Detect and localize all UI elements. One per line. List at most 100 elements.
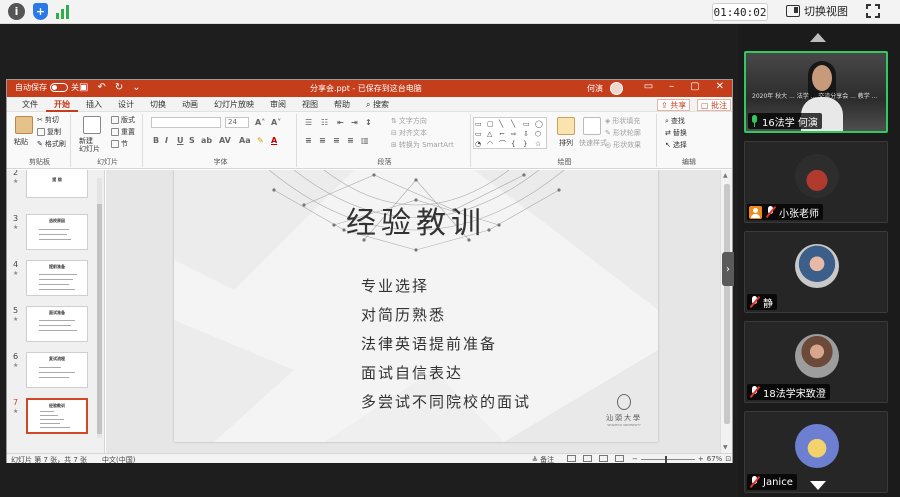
quick-styles-button[interactable]: 快速样式 [579,138,607,148]
slide-thumbnail[interactable]: 面试准备 [26,306,88,342]
scroll-up-arrow-icon[interactable] [810,33,826,42]
notes-button[interactable]: ≜ 备注 [532,455,554,465]
tab-transitions[interactable]: 切换 [142,97,174,112]
grow-font-icon[interactable]: A˄ [255,118,265,127]
fullscreen-icon[interactable] [866,4,880,18]
strikethrough-icon[interactable]: ab [201,136,212,145]
increase-indent-icon[interactable]: ⇥ [351,118,358,127]
normal-view-icon[interactable] [567,455,576,462]
customize-qat-icon[interactable]: ⌄ [132,82,140,93]
redo-icon[interactable]: ↻ [115,82,123,93]
slide-thumbnail[interactable]: 提前准备 [26,260,88,296]
thumbnails-scrollbar[interactable] [97,178,102,438]
shape-fill-button[interactable]: ◈ 形状填充 [605,116,640,126]
tab-insert[interactable]: 插入 [78,97,110,112]
zoom-slider-knob[interactable] [664,455,667,463]
cut-button[interactable]: ✂ 剪切 [37,115,59,125]
zoom-in-icon[interactable]: + [698,455,704,463]
text-direction-button[interactable]: ⇅ 文字方向 [391,116,427,126]
tab-animations[interactable]: 动画 [174,97,206,112]
ribbon-display-icon[interactable]: ▭ [644,81,653,92]
language-indicator[interactable]: 中文(中国) [102,455,135,465]
current-slide[interactable]: 经验教训 专业选择 对简历熟悉 法律英语提前准备 面试自信表达 多尝试不同院校的… [174,170,658,442]
align-left-icon[interactable]: ≡ [305,136,312,145]
arrange-button[interactable]: 排列 [559,138,573,148]
maximize-icon[interactable]: ▢ [690,81,699,92]
font-color-icon[interactable]: A [271,136,277,145]
numbering-icon[interactable]: ☷ [321,118,328,127]
reading-view-icon[interactable] [599,455,608,462]
scrollbar-thumb[interactable] [724,184,730,424]
smartart-button[interactable]: ⊞ 转换为 SmartArt [391,140,454,150]
scrollbar-thumb[interactable] [97,204,102,434]
highlight-icon[interactable]: ✎ [257,136,264,145]
slide-thumbnail[interactable]: 提 纲 [26,170,88,198]
autosave-toggle[interactable]: 自动保存 关 [15,82,79,93]
slide-thumbnail-selected[interactable]: 经验教训 [26,398,88,434]
slide-bullet-list[interactable]: 专业选择 对简历熟悉 法律英语提前准备 面试自信表达 多尝试不同院校的面试 [361,272,531,417]
scroll-down-arrow-icon[interactable] [810,481,826,490]
switch-view-button[interactable]: 切换视图 [786,3,848,19]
security-shield-icon[interactable]: + [33,3,48,20]
network-signal-icon[interactable] [56,3,69,19]
align-right-icon[interactable]: ≡ [333,136,340,145]
scroll-down-icon[interactable]: ▼ [723,444,728,451]
tab-slideshow[interactable]: 幻灯片放映 [206,97,262,112]
share-button[interactable]: ⇪ 共享 [657,99,691,111]
align-center-icon[interactable]: ≡ [319,136,326,145]
new-slide-button[interactable]: 新建 幻灯片 [79,137,100,153]
slide-thumbnail[interactable]: 复试流程 [26,352,88,388]
collapse-sidebar-chevron-icon[interactable]: › [722,252,734,286]
quick-styles-icon[interactable] [583,117,601,135]
tab-design[interactable]: 设计 [110,97,142,112]
shape-outline-button[interactable]: ✎ 形状轮廓 [605,128,641,138]
participant-tile[interactable]: 18法学宋致澄 [744,321,888,403]
reset-button[interactable]: 重置 [111,127,135,137]
info-icon[interactable]: i [8,3,25,20]
tell-me-search[interactable]: ⌕ 搜索 [358,97,397,112]
shadow-icon[interactable]: S [189,136,195,145]
comments-button[interactable]: ▢ 批注 [697,99,732,111]
shapes-gallery[interactable]: ▭ ▢ ╲ ╲ ▭ ◯ ▭ △ ⌐ ⇨ ⇩ ⬡ ◔ ◠ ⌒{} ☆ [473,117,547,149]
format-painter-button[interactable]: ✎ 格式刷 [37,139,66,149]
slide-sorter-view-icon[interactable] [583,455,592,462]
tab-help[interactable]: 帮助 [326,97,358,112]
char-spacing-icon[interactable]: AV [219,136,231,145]
canvas-vertical-scrollbar[interactable]: ▲ ▼ [720,170,732,453]
tab-file[interactable]: 文件 [14,97,46,112]
participant-tile[interactable]: 2020年 秋大 ... 法学 ... 交流分享会 ... 教学 ... 16法… [744,51,888,133]
copy-button[interactable]: 复制 [37,127,61,137]
replace-button[interactable]: ⇄ 替换 [665,128,687,138]
user-name[interactable]: 何演 [587,83,603,94]
scroll-up-icon[interactable]: ▲ [723,172,728,179]
justify-icon[interactable]: ≡ [347,136,354,145]
layout-button[interactable]: 版式 [111,115,135,125]
fit-to-window-icon[interactable]: ⊡ [725,455,731,463]
paste-button[interactable]: 粘贴 [14,137,28,147]
decrease-indent-icon[interactable]: ⇤ [337,118,344,127]
tab-review[interactable]: 审阅 [262,97,294,112]
save-icon[interactable]: ▣ [79,82,88,93]
bullets-icon[interactable]: ☰ [305,118,312,127]
align-text-button[interactable]: ⊟ 对齐文本 [391,128,427,138]
close-icon[interactable]: ✕ [716,81,724,92]
zoom-level[interactable]: 67% [707,455,723,463]
columns-icon[interactable]: ▥ [361,136,369,145]
undo-icon[interactable]: ↶ [97,82,105,93]
underline-icon[interactable]: U [177,136,184,145]
find-button[interactable]: ⌕ 查找 [665,116,685,126]
arrange-icon[interactable] [557,117,575,135]
section-button[interactable]: 节 [111,139,128,149]
paste-icon[interactable] [15,116,33,134]
shrink-font-icon[interactable]: A˅ [271,118,281,127]
minimize-icon[interactable]: – [669,81,674,92]
zoom-out-icon[interactable]: − [632,455,638,463]
shape-effects-button[interactable]: ◎ 形状效果 [605,140,641,150]
line-spacing-icon[interactable]: ↕ [365,118,372,127]
autosave-switch[interactable] [50,83,68,92]
tab-home[interactable]: 开始 [46,97,78,112]
font-size-input[interactable]: 24 [225,117,249,128]
participant-tile[interactable]: 小张老师 [744,141,888,223]
zoom-slider[interactable] [640,455,695,463]
new-slide-icon[interactable] [83,116,101,134]
